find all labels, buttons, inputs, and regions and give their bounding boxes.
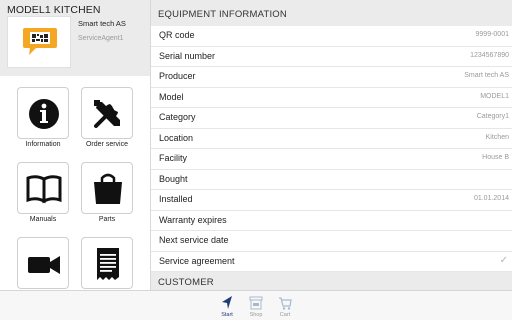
row-label: Service agreement	[159, 255, 235, 266]
shopping-bag-icon	[94, 173, 122, 204]
manuals-tile[interactable]	[17, 162, 69, 214]
tab-label: Cart	[279, 312, 291, 318]
shop-icon	[249, 296, 263, 310]
bottom-tab-bar: Start Shop Cart	[0, 290, 512, 320]
book-icon	[26, 175, 62, 204]
info-icon	[29, 99, 59, 129]
row-facility[interactable]: Facility House B	[151, 149, 512, 170]
row-label: Facility	[159, 153, 188, 163]
row-label: Model	[159, 91, 184, 102]
document-tile[interactable]	[81, 237, 133, 289]
row-label: Location	[159, 132, 194, 143]
video-tile[interactable]	[17, 237, 69, 289]
order-service-tile[interactable]	[81, 87, 133, 139]
parts-label: Parts	[98, 216, 116, 223]
tab-label: Start	[221, 312, 233, 318]
row-model[interactable]: Model MODEL1	[151, 88, 512, 108]
navigation-arrow-icon	[222, 296, 232, 309]
cart-icon	[279, 297, 292, 310]
row-value: Kitchen	[485, 133, 509, 141]
row-producer[interactable]: Producer Smart tech AS	[151, 67, 512, 88]
row-qr-code[interactable]: QR code 9999-0001	[151, 26, 512, 47]
customer-section-header: CUSTOMER	[151, 272, 512, 290]
row-label: Producer	[159, 71, 196, 81]
parts-tile[interactable]	[81, 162, 133, 214]
row-label: Next service date	[159, 235, 229, 245]
row-value: 9999-0001	[475, 31, 509, 38]
row-next-service-date[interactable]: Next service date	[151, 231, 512, 252]
tab-start[interactable]: Start	[212, 293, 242, 319]
service-agent: ServiceAgent1	[78, 35, 124, 42]
left-panel: MODEL1 KITCHEN Smart tech AS ServiceAgen…	[0, 0, 150, 290]
customer-section-title: CUSTOMER	[158, 277, 214, 288]
tab-shop[interactable]: Shop	[241, 293, 271, 319]
row-value: Smart tech AS	[464, 72, 509, 79]
row-label: QR code	[159, 30, 195, 40]
row-value: Category1	[476, 113, 509, 120]
row-value: 01.01.2014	[473, 195, 509, 202]
equipment-section-title: EQUIPMENT INFORMATION	[158, 9, 287, 20]
row-installed[interactable]: Installed 01.01.2014	[151, 190, 512, 211]
equipment-thumbnail[interactable]	[7, 16, 71, 68]
video-camera-icon	[28, 256, 60, 274]
row-service-agreement[interactable]: Service agreement ✓	[151, 252, 512, 272]
row-label: Warranty expires	[159, 214, 227, 225]
row-value: House B	[482, 154, 509, 161]
row-label: Serial number	[159, 50, 216, 61]
page-title: MODEL1 KITCHEN	[7, 4, 101, 16]
row-value: 1234567890	[470, 51, 509, 59]
information-tile[interactable]	[17, 87, 69, 139]
equipment-header: MODEL1 KITCHEN Smart tech AS ServiceAgen…	[0, 0, 150, 76]
details-panel: EQUIPMENT INFORMATION QR code 9999-0001 …	[150, 0, 512, 290]
row-location[interactable]: Location Kitchen	[151, 129, 512, 149]
qr-logo-icon	[23, 28, 57, 55]
tools-icon	[94, 100, 120, 128]
row-label: Bought	[159, 173, 188, 184]
row-bought[interactable]: Bought	[151, 170, 512, 190]
row-label: Installed	[159, 194, 193, 204]
equipment-section-header: EQUIPMENT INFORMATION	[151, 0, 512, 26]
document-icon	[97, 248, 119, 280]
tab-label: Shop	[249, 312, 263, 318]
tab-cart[interactable]: Cart	[270, 293, 300, 319]
row-serial-number[interactable]: Serial number 1234567890	[151, 47, 512, 67]
row-warranty-expires[interactable]: Warranty expires	[151, 211, 512, 231]
checkmark-icon: ✓	[499, 254, 508, 266]
company-name: Smart tech AS	[78, 19, 126, 28]
row-label: Category	[159, 112, 196, 122]
order-service-label: Order service	[85, 141, 128, 148]
row-category[interactable]: Category Category1	[151, 108, 512, 129]
row-value: MODEL1	[480, 92, 509, 100]
